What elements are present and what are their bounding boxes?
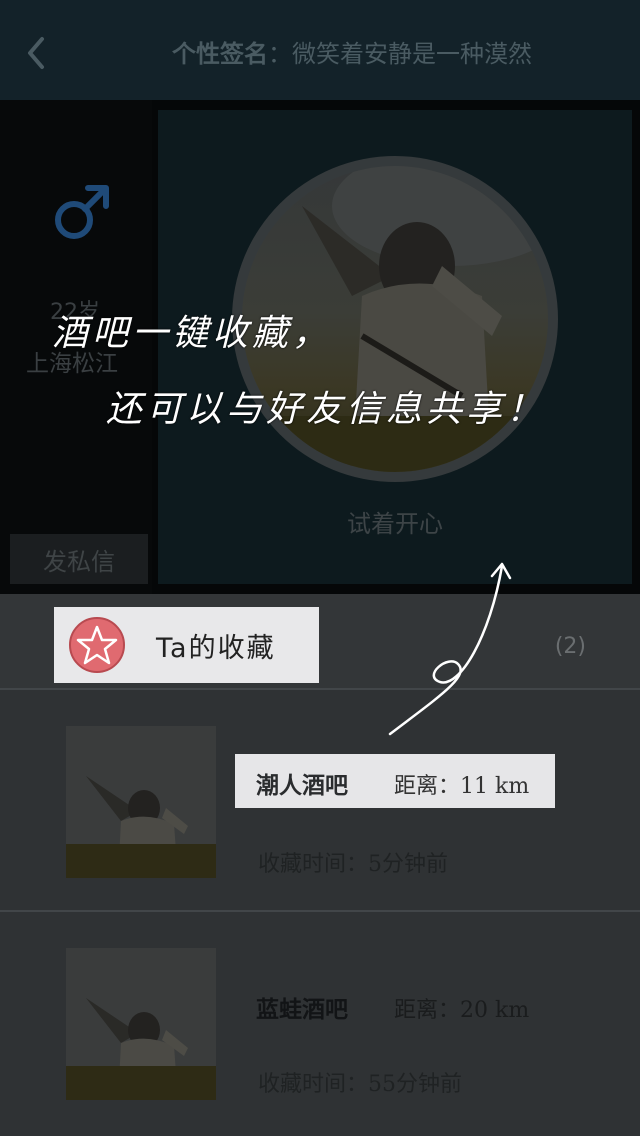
favorites-title-box: Ta的收藏 [54,607,319,683]
back-arrow-icon[interactable] [22,36,52,70]
bar-thumbnail [66,948,216,1100]
bar-distance: 距离：20 km [394,998,530,1023]
signature-value: 微笑着安静是一种漠然 [292,40,532,68]
signature-separator: ： [268,40,292,68]
bar-name: 潮人酒吧 [256,773,348,799]
male-icon [55,185,109,239]
overlay-caption-line2: 还可以与好友信息共享！ [106,389,547,430]
header: 个性签名：微笑着安静是一种漠然 [0,0,640,100]
star-icon [69,617,125,673]
signature-label: 个性签名 [172,40,268,68]
signature: 个性签名：微笑着安静是一种漠然 [172,36,532,72]
list-item[interactable]: 蓝蛙酒吧 距离：20 km 收藏时间：55分钟前 [0,912,640,1132]
bar-name: 蓝蛙酒吧 [256,997,348,1023]
send-message-button[interactable]: 发私信 [10,534,148,584]
favorites-header: Ta的收藏 (2) [0,594,640,688]
favorites-count: (2) [554,634,586,659]
favorite-time: 收藏时间：55分钟前 [258,1072,462,1097]
overlay-caption-line1: 酒吧一键收藏， [52,313,333,354]
favorite-time: 收藏时间：5分钟前 [258,852,448,877]
mood-text: 试着开心 [347,510,443,538]
favorites-title: Ta的收藏 [156,632,276,664]
curved-arrow-icon [388,562,512,736]
bar-thumbnail [66,726,216,878]
bar-distance: 距离：11 km [394,774,530,799]
